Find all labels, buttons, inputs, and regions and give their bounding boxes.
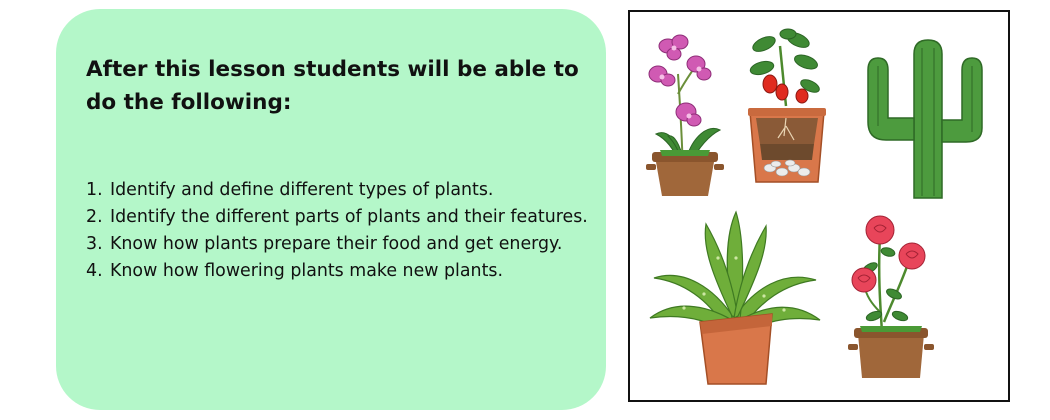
aloe-pot-icon — [644, 208, 824, 386]
plant-illustrations-frame — [628, 10, 1010, 402]
objective-number: 2. — [86, 207, 103, 227]
objective-text: Identify the different parts of plants a… — [110, 207, 588, 227]
orchid-pot-icon — [638, 24, 728, 200]
objectives-list: 1. Identify and define different types o… — [86, 177, 596, 285]
objective-number: 1. — [86, 180, 103, 200]
objectives-heading: After this lesson students will be able … — [86, 57, 579, 115]
cactus-icon — [850, 36, 996, 200]
objective-number: 4. — [86, 261, 103, 281]
objective-number: 3. — [86, 234, 103, 254]
objective-text: Identify and define different types of p… — [110, 180, 494, 200]
pepper-plant-soil-pot-icon — [744, 26, 830, 184]
objective-item: 1. Identify and define different types o… — [86, 177, 596, 204]
objective-text: Know how plants prepare their food and g… — [110, 234, 563, 254]
objective-item: 2. Identify the different parts of plant… — [86, 204, 596, 231]
rose-pot-icon — [848, 212, 934, 384]
objective-item: 4. Know how flowering plants make new pl… — [86, 258, 596, 285]
learning-objectives-panel: After this lesson students will be able … — [56, 9, 606, 410]
objective-item: 3. Know how plants prepare their food an… — [86, 231, 596, 258]
objective-text: Know how flowering plants make new plant… — [110, 261, 503, 281]
